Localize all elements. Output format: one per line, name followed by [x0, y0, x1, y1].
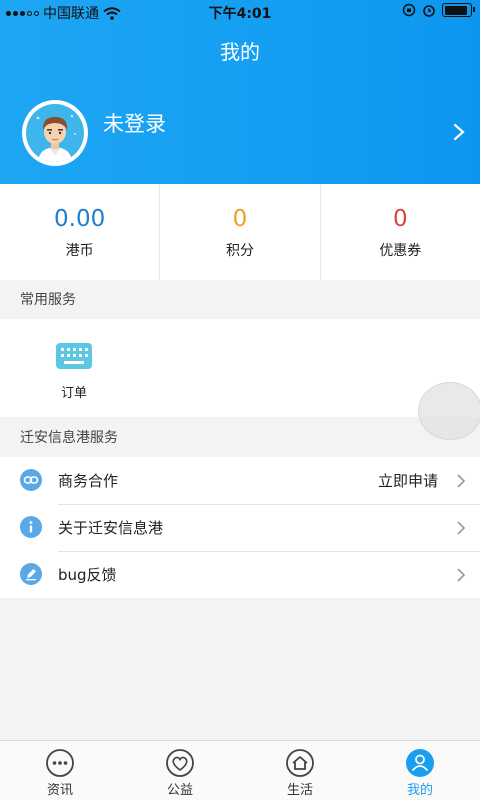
alarm-icon [423, 5, 435, 17]
avatar[interactable] [22, 100, 88, 166]
tab-label: 生活 [286, 783, 313, 798]
tab-life[interactable]: 生活 [240, 741, 360, 800]
info-icon [20, 516, 42, 538]
tab-label: 公益 [166, 783, 193, 798]
bottom-tab-bar: 资讯 公益 生活 我的 [0, 740, 480, 800]
section-title-common-services: 常用服务 [0, 281, 480, 319]
list-item-about[interactable]: 关于迁安信息港 [0, 504, 480, 551]
stat-label: 优惠券 [379, 243, 422, 259]
list-item-label: bug反馈 [58, 566, 117, 584]
login-status-label[interactable]: 未登录 [103, 108, 166, 138]
list-item-label: 商务合作 [58, 472, 119, 490]
person-icon [406, 749, 434, 777]
tab-news[interactable]: 资讯 [0, 741, 120, 800]
page-title: 我的 [220, 40, 260, 64]
house-icon [286, 749, 314, 777]
rotation-lock-icon [402, 3, 416, 17]
list-item-bug-feedback[interactable]: bug反馈 [0, 551, 480, 598]
service-orders[interactable]: 订单 [36, 341, 112, 401]
apply-now-link[interactable]: 立即申请 [378, 470, 438, 491]
stat-value: 0 [232, 206, 248, 232]
tab-charity[interactable]: 公益 [120, 741, 240, 800]
chevron-right-icon [457, 474, 466, 488]
account-stats: 0.00 港币 0 积分 0 优惠券 [0, 184, 480, 280]
chat-bubble-icon [46, 749, 74, 777]
heart-icon [166, 749, 194, 777]
chevron-right-icon[interactable] [452, 122, 466, 142]
stat-value: 0 [393, 206, 408, 232]
stat-label: 港币 [65, 243, 94, 259]
stat-coupons[interactable]: 0 优惠券 [319, 184, 480, 280]
tab-label: 我的 [406, 783, 433, 798]
stat-hkd-coins[interactable]: 0.00 港币 [0, 184, 159, 280]
stat-value: 0.00 [54, 206, 106, 232]
floating-assistive-button[interactable] [418, 382, 480, 440]
keyboard-icon [56, 343, 92, 369]
stat-label: 积分 [225, 243, 254, 259]
chevron-right-icon [457, 568, 466, 582]
section-title-info-services: 迁安信息港服务 [0, 419, 480, 457]
link-icon [20, 469, 42, 491]
status-bar: 中国联通 下午4:01 [0, 0, 480, 24]
list-item-business-cooperation[interactable]: 商务合作 立即申请 [0, 457, 480, 504]
chevron-right-icon [457, 521, 466, 535]
common-services-panel: 订单 [0, 319, 480, 417]
profile-header: 中国联通 下午4:01 我的 未登录 [0, 0, 480, 184]
list-item-label: 关于迁安信息港 [58, 519, 164, 537]
battery-icon [442, 3, 475, 17]
service-label: 订单 [60, 386, 87, 401]
info-services-list: 商务合作 立即申请 关于迁安信息港 bug反馈 [0, 457, 480, 598]
avatar-illustration [36, 114, 76, 162]
tab-mine[interactable]: 我的 [360, 741, 480, 800]
stat-points[interactable]: 0 积分 [159, 184, 319, 280]
tab-label: 资讯 [46, 783, 73, 798]
edit-icon [20, 563, 42, 585]
